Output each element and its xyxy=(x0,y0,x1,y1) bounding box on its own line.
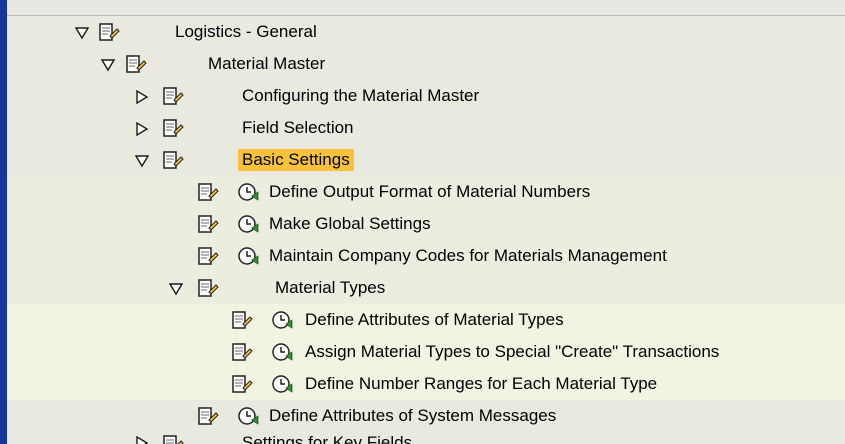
document-icon xyxy=(197,246,219,266)
document-icon xyxy=(162,118,184,138)
document-icon xyxy=(162,434,184,444)
document-icon xyxy=(98,22,120,42)
tree-node-define-number-ranges[interactable]: Define Number Ranges for Each Material T… xyxy=(7,368,845,400)
tree-node-label: Material Master xyxy=(208,54,326,73)
document-icon xyxy=(197,182,219,202)
tree-node-define-attributes-material-types[interactable]: Define Attributes of Material Types xyxy=(7,304,845,336)
tree-node-label: Settings for Key Fields xyxy=(242,433,413,444)
tree-node-label: Assign Material Types to Special "Create… xyxy=(305,342,720,361)
document-icon xyxy=(125,54,147,74)
tree-node-basic-settings[interactable]: Basic Settings xyxy=(7,144,845,176)
tree-node-label: Define Output Format of Material Numbers xyxy=(269,182,591,201)
tree-node-assign-material-types[interactable]: Assign Material Types to Special "Create… xyxy=(7,336,845,368)
tree-node-label: Configuring the Material Master xyxy=(242,86,480,105)
expanded-triangle-icon[interactable] xyxy=(100,57,116,72)
execute-clock-icon[interactable] xyxy=(237,213,259,235)
document-icon xyxy=(197,406,219,426)
collapsed-triangle-icon[interactable] xyxy=(135,89,149,105)
window-border xyxy=(0,0,7,444)
tree-node-maintain-company-codes[interactable]: Maintain Company Codes for Materials Man… xyxy=(7,240,845,272)
document-icon xyxy=(162,86,184,106)
tree-node-define-output-format[interactable]: Define Output Format of Material Numbers xyxy=(7,176,845,208)
selected-tree-node-label: Basic Settings xyxy=(238,149,354,171)
document-icon xyxy=(197,278,219,298)
execute-clock-icon[interactable] xyxy=(271,341,293,363)
tree-node-label: Logistics - General xyxy=(175,22,317,41)
tree-node-define-system-messages[interactable]: Define Attributes of System Messages xyxy=(7,400,845,432)
document-icon xyxy=(162,150,184,170)
document-icon xyxy=(197,214,219,234)
tree-node-field-selection[interactable]: Field Selection xyxy=(7,112,845,144)
tree-node-label: Define Attributes of Material Types xyxy=(305,310,564,329)
tree-node-label: Maintain Company Codes for Materials Man… xyxy=(269,246,667,265)
expanded-triangle-icon[interactable] xyxy=(134,153,150,168)
collapsed-triangle-icon[interactable] xyxy=(135,435,149,444)
tree-node-logistics-general[interactable]: Logistics - General xyxy=(7,16,845,48)
tree-node-label: Define Attributes of System Messages xyxy=(269,406,557,425)
img-tree-window: Logistics - General Material Master Conf… xyxy=(0,0,845,444)
execute-clock-icon[interactable] xyxy=(271,309,293,331)
document-icon xyxy=(231,342,253,362)
execute-clock-icon[interactable] xyxy=(237,405,259,427)
tree-top-strip xyxy=(7,0,845,16)
document-icon xyxy=(231,310,253,330)
tree-node-configuring-material-master[interactable]: Configuring the Material Master xyxy=(7,80,845,112)
collapsed-triangle-icon[interactable] xyxy=(135,121,149,137)
tree-node-label: Field Selection xyxy=(242,118,354,137)
expanded-triangle-icon[interactable] xyxy=(74,25,90,40)
document-icon xyxy=(231,374,253,394)
execute-clock-icon[interactable] xyxy=(237,245,259,267)
execute-clock-icon[interactable] xyxy=(271,373,293,395)
tree-node-label: Make Global Settings xyxy=(269,214,431,233)
tree-node-settings-key-fields[interactable]: Settings for Key Fields xyxy=(7,432,845,444)
tree-node-material-types[interactable]: Material Types xyxy=(7,272,845,304)
tree-node-make-global-settings[interactable]: Make Global Settings xyxy=(7,208,845,240)
execute-clock-icon[interactable] xyxy=(237,181,259,203)
tree-node-material-master[interactable]: Material Master xyxy=(7,48,845,80)
expanded-triangle-icon[interactable] xyxy=(168,281,184,296)
tree-node-label: Define Number Ranges for Each Material T… xyxy=(305,374,658,393)
tree-node-label: Material Types xyxy=(275,278,386,297)
